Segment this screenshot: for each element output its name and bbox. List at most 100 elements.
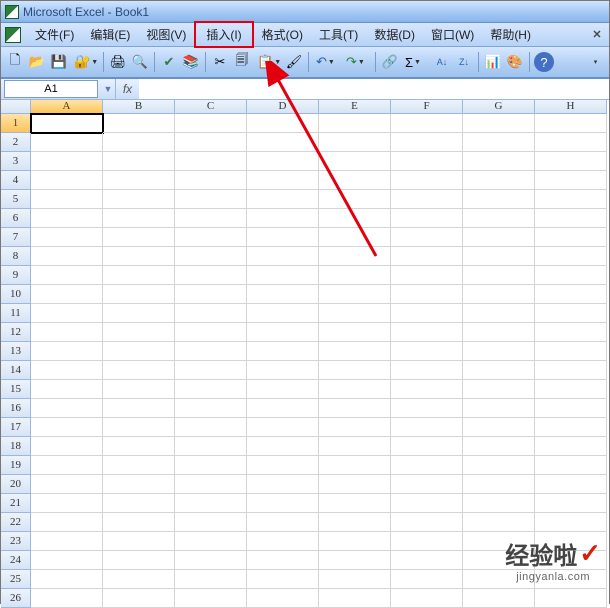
menu-edit[interactable]: 编辑(E)	[82, 23, 138, 46]
cell[interactable]	[175, 475, 247, 494]
cell[interactable]	[391, 266, 463, 285]
undo-icon[interactable]: ↶▼	[313, 52, 341, 72]
menu-help[interactable]: 帮助(H)	[482, 23, 539, 46]
cell[interactable]	[319, 456, 391, 475]
cell[interactable]	[391, 171, 463, 190]
cell[interactable]	[31, 551, 103, 570]
row-header[interactable]: 3	[1, 152, 31, 171]
column-header[interactable]: D	[247, 100, 319, 114]
cell[interactable]	[103, 114, 175, 133]
cell[interactable]	[175, 532, 247, 551]
column-header[interactable]: G	[463, 100, 535, 114]
cell[interactable]	[247, 589, 319, 608]
cell[interactable]	[175, 266, 247, 285]
cell[interactable]	[463, 551, 535, 570]
cell[interactable]	[319, 114, 391, 133]
cell[interactable]	[535, 589, 607, 608]
cell[interactable]	[103, 285, 175, 304]
new-icon[interactable]: 🗋	[5, 52, 25, 72]
toolbar-options-icon[interactable]: ▾	[585, 52, 605, 72]
cell[interactable]	[391, 304, 463, 323]
cell[interactable]	[103, 228, 175, 247]
cell[interactable]	[31, 418, 103, 437]
menu-tools[interactable]: 工具(T)	[311, 23, 366, 46]
cell[interactable]	[247, 171, 319, 190]
cell[interactable]	[31, 190, 103, 209]
cell[interactable]	[31, 513, 103, 532]
cell[interactable]	[319, 589, 391, 608]
sort-asc-icon[interactable]: A↓	[432, 52, 452, 72]
cell[interactable]	[247, 323, 319, 342]
name-box[interactable]: A1	[4, 80, 98, 98]
row-header[interactable]: 17	[1, 418, 31, 437]
cell[interactable]	[391, 133, 463, 152]
cell[interactable]	[463, 361, 535, 380]
cell[interactable]	[463, 380, 535, 399]
cell[interactable]	[247, 380, 319, 399]
cell[interactable]	[391, 209, 463, 228]
cell[interactable]	[535, 380, 607, 399]
cell[interactable]	[319, 399, 391, 418]
cell[interactable]	[175, 209, 247, 228]
cell[interactable]	[535, 418, 607, 437]
row-header[interactable]: 9	[1, 266, 31, 285]
cell[interactable]	[103, 399, 175, 418]
cell[interactable]	[103, 190, 175, 209]
cell[interactable]	[31, 380, 103, 399]
cell[interactable]	[103, 418, 175, 437]
cell[interactable]	[319, 342, 391, 361]
cell[interactable]	[535, 152, 607, 171]
cell[interactable]	[175, 361, 247, 380]
cell[interactable]	[391, 342, 463, 361]
cell[interactable]	[247, 475, 319, 494]
cell[interactable]	[175, 437, 247, 456]
cell[interactable]	[31, 532, 103, 551]
cell[interactable]	[103, 342, 175, 361]
cell[interactable]	[535, 171, 607, 190]
print-icon[interactable]: 🖨	[108, 52, 128, 72]
cell[interactable]	[463, 190, 535, 209]
row-header[interactable]: 23	[1, 532, 31, 551]
menu-data[interactable]: 数据(D)	[366, 23, 423, 46]
cell[interactable]	[463, 152, 535, 171]
cell[interactable]	[391, 152, 463, 171]
cell[interactable]	[247, 532, 319, 551]
cell[interactable]	[175, 114, 247, 133]
sort-desc-icon[interactable]: Z↓	[454, 52, 474, 72]
cell[interactable]	[463, 437, 535, 456]
menu-insert[interactable]: 插入(I)	[194, 21, 253, 48]
cell[interactable]	[319, 228, 391, 247]
cell[interactable]	[319, 551, 391, 570]
cell[interactable]	[463, 342, 535, 361]
cell[interactable]	[31, 171, 103, 190]
cell[interactable]	[103, 323, 175, 342]
cell[interactable]	[175, 247, 247, 266]
name-box-dropdown-icon[interactable]: ▼	[101, 84, 115, 94]
drawing-icon[interactable]: 🎨	[505, 52, 525, 72]
cell[interactable]	[535, 304, 607, 323]
cell[interactable]	[247, 266, 319, 285]
hyperlink-icon[interactable]: 🔗	[380, 52, 400, 72]
row-header[interactable]: 22	[1, 513, 31, 532]
cell[interactable]	[175, 456, 247, 475]
cell[interactable]	[463, 513, 535, 532]
cell[interactable]	[535, 228, 607, 247]
cell[interactable]	[175, 171, 247, 190]
cell[interactable]	[103, 209, 175, 228]
cell[interactable]	[535, 456, 607, 475]
cell[interactable]	[247, 133, 319, 152]
cell[interactable]	[535, 114, 607, 133]
row-header[interactable]: 1	[1, 114, 31, 133]
cell[interactable]	[391, 570, 463, 589]
cell[interactable]	[391, 418, 463, 437]
cell[interactable]	[391, 247, 463, 266]
cell[interactable]	[319, 437, 391, 456]
cell[interactable]	[391, 190, 463, 209]
cell[interactable]	[103, 475, 175, 494]
row-header[interactable]: 5	[1, 190, 31, 209]
select-all-corner[interactable]	[1, 100, 31, 114]
cell[interactable]	[463, 114, 535, 133]
cell[interactable]	[103, 380, 175, 399]
cell[interactable]	[247, 494, 319, 513]
row-header[interactable]: 7	[1, 228, 31, 247]
